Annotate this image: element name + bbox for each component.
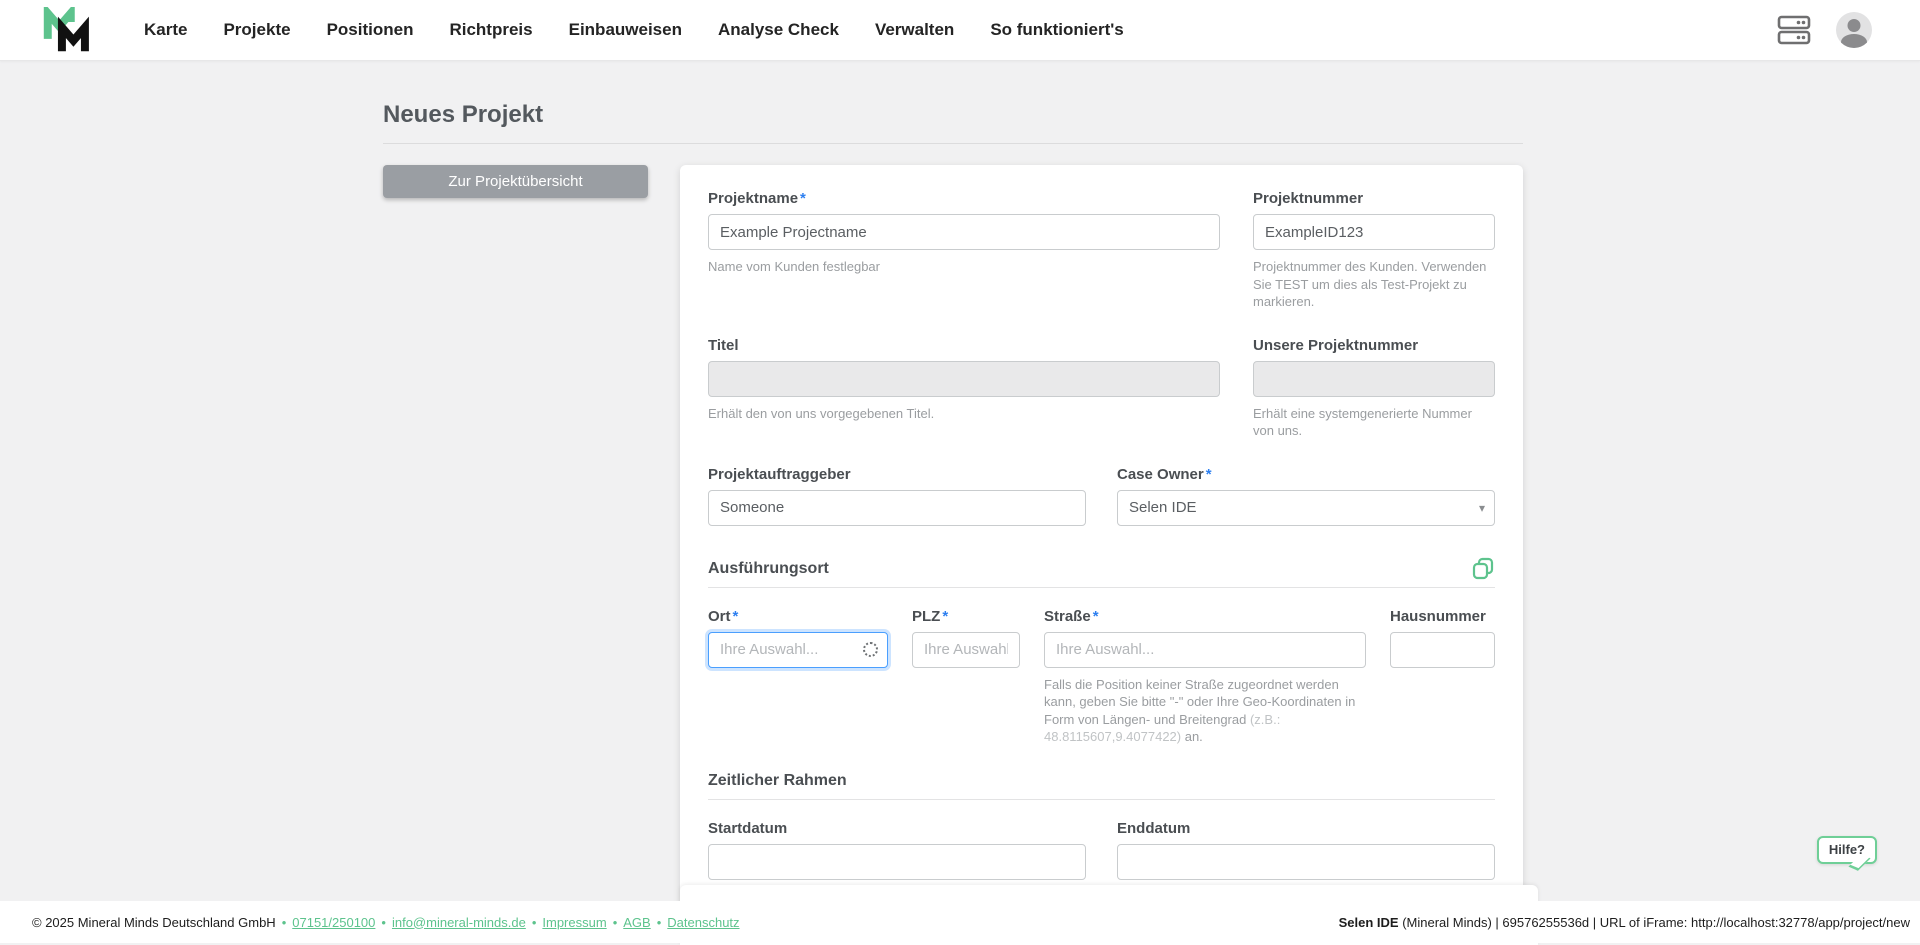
field-projektauftraggeber: Projektauftraggeber xyxy=(708,466,1086,526)
nav-item-positionen[interactable]: Positionen xyxy=(327,20,414,40)
field-unsere-projektnummer: Unsere Projektnummer Erhält eine systemg… xyxy=(1253,337,1495,440)
strasse-helper: Falls die Position keiner Straße zugeord… xyxy=(1044,676,1366,746)
zur-projektuebersicht-button[interactable]: Zur Projektübersicht xyxy=(383,165,648,198)
nav-item-richtpreis[interactable]: Richtpreis xyxy=(449,20,532,40)
page-title: Neues Projekt xyxy=(383,101,1523,129)
case-owner-selected-value: Selen IDE xyxy=(1129,499,1197,516)
footer-separator: • xyxy=(381,915,386,930)
projektnummer-label: Projektnummer xyxy=(1253,190,1495,207)
section-ausfuehrungsort: Ausführungsort xyxy=(708,556,1495,588)
field-case-owner: Case Owner* Selen IDE ▾ xyxy=(1117,466,1495,526)
nav-menu: Karte Projekte Positionen Richtpreis Ein… xyxy=(144,20,1124,40)
startdatum-input[interactable] xyxy=(708,844,1086,880)
footer-left: © 2025 Mineral Minds Deutschland GmbH • … xyxy=(32,915,740,930)
unsere-projektnummer-helper: Erhält eine systemgenerierte Nummer von … xyxy=(1253,405,1495,440)
projektauftraggeber-input[interactable] xyxy=(708,490,1086,526)
field-projektnummer: Projektnummer Projektnummer des Kunden. … xyxy=(1253,190,1495,311)
nav-item-verwalten[interactable]: Verwalten xyxy=(875,20,954,40)
projektname-label: Projektname* xyxy=(708,190,1220,207)
footer-separator: • xyxy=(282,915,287,930)
footer-separator: • xyxy=(532,915,537,930)
plz-label: PLZ* xyxy=(912,608,1020,625)
navbar-right xyxy=(1776,12,1872,48)
unsere-projektnummer-label: Unsere Projektnummer xyxy=(1253,337,1495,354)
projektauftraggeber-label: Projektauftraggeber xyxy=(708,466,1086,483)
logo-icon xyxy=(40,7,98,53)
titel-label: Titel xyxy=(708,337,1220,354)
required-asterisk: * xyxy=(1093,608,1099,625)
hausnummer-input[interactable] xyxy=(1390,632,1495,668)
new-project-form-card: Projektname* Name vom Kunden festlegbar … xyxy=(680,165,1523,906)
footer: © 2025 Mineral Minds Deutschland GmbH • … xyxy=(0,901,1920,943)
required-asterisk: * xyxy=(800,190,806,207)
case-owner-label: Case Owner* xyxy=(1117,466,1495,483)
strasse-input[interactable] xyxy=(1044,632,1366,668)
footer-separator: • xyxy=(657,915,662,930)
field-startdatum: Startdatum xyxy=(708,820,1086,880)
required-asterisk: * xyxy=(942,608,948,625)
field-plz: PLZ* xyxy=(912,608,1020,746)
section-zeitlicher-rahmen: Zeitlicher Rahmen xyxy=(708,772,1495,800)
footer-link-email[interactable]: info@mineral-minds.de xyxy=(392,915,526,930)
nav-item-projekte[interactable]: Projekte xyxy=(223,20,290,40)
strasse-label: Straße* xyxy=(1044,608,1366,625)
projektname-helper: Name vom Kunden festlegbar xyxy=(708,258,1220,276)
chevron-down-icon: ▾ xyxy=(1479,501,1485,515)
required-asterisk: * xyxy=(733,608,739,625)
left-column: Zur Projektübersicht xyxy=(383,165,648,198)
unsere-projektnummer-input xyxy=(1253,361,1495,397)
field-projektname: Projektname* Name vom Kunden festlegbar xyxy=(708,190,1220,311)
avatar-body-icon xyxy=(1841,34,1867,48)
zeitlicher-rahmen-title: Zeitlicher Rahmen xyxy=(708,772,847,790)
enddatum-label: Enddatum xyxy=(1117,820,1495,837)
nav-item-analyse-check[interactable]: Analyse Check xyxy=(718,20,839,40)
title-divider xyxy=(383,143,1523,144)
field-enddatum: Enddatum xyxy=(1117,820,1495,880)
footer-link-datenschutz[interactable]: Datenschutz xyxy=(667,915,739,930)
ausfuehrungsort-title: Ausführungsort xyxy=(708,560,829,578)
startdatum-label: Startdatum xyxy=(708,820,1086,837)
field-titel: Titel Erhält den von uns vorgegebenen Ti… xyxy=(708,337,1220,440)
titel-input xyxy=(708,361,1220,397)
projektnummer-helper: Projektnummer des Kunden. Verwenden Sie … xyxy=(1253,258,1495,311)
copyright-text: © 2025 Mineral Minds Deutschland GmbH xyxy=(32,915,276,930)
footer-link-agb[interactable]: AGB xyxy=(623,915,650,930)
mineral-minds-logo[interactable] xyxy=(40,7,98,53)
top-navbar: Karte Projekte Positionen Richtpreis Ein… xyxy=(0,0,1920,61)
required-asterisk: * xyxy=(1206,466,1212,483)
ort-label: Ort* xyxy=(708,608,888,625)
hausnummer-label: Hausnummer xyxy=(1390,608,1495,625)
case-owner-select[interactable]: Selen IDE ▾ xyxy=(1117,490,1495,526)
enddatum-input[interactable] xyxy=(1117,844,1495,880)
ort-input[interactable] xyxy=(708,632,888,668)
nav-item-karte[interactable]: Karte xyxy=(144,20,187,40)
session-info: Selen IDE (Mineral Minds) | 69576255536d… xyxy=(1339,915,1910,930)
footer-link-impressum[interactable]: Impressum xyxy=(542,915,606,930)
loading-spinner-icon xyxy=(863,642,878,657)
plz-input[interactable] xyxy=(912,632,1020,668)
session-user: Selen IDE xyxy=(1339,915,1399,930)
titel-helper: Erhält den von uns vorgegebenen Titel. xyxy=(708,405,1220,423)
field-hausnummer: Hausnummer xyxy=(1390,608,1495,746)
user-avatar[interactable] xyxy=(1836,12,1872,48)
footer-link-phone[interactable]: 07151/250100 xyxy=(292,915,375,930)
projektname-input[interactable] xyxy=(708,214,1220,250)
footer-separator: • xyxy=(613,915,618,930)
help-button[interactable]: Hilfe? xyxy=(1817,836,1877,864)
field-ort: Ort* xyxy=(708,608,888,746)
projektnummer-input[interactable] xyxy=(1253,214,1495,250)
nav-item-so-funktionierts[interactable]: So funktioniert's xyxy=(990,20,1123,40)
main-content: Neues Projekt Zur Projektübersicht Proje… xyxy=(383,101,1523,906)
server-stack-icon[interactable] xyxy=(1776,13,1812,47)
nav-item-einbauweisen[interactable]: Einbauweisen xyxy=(569,20,682,40)
field-strasse: Straße* Falls die Position keiner Straße… xyxy=(1044,608,1366,746)
avatar-head-icon xyxy=(1848,19,1861,32)
copy-icon[interactable] xyxy=(1471,556,1495,582)
